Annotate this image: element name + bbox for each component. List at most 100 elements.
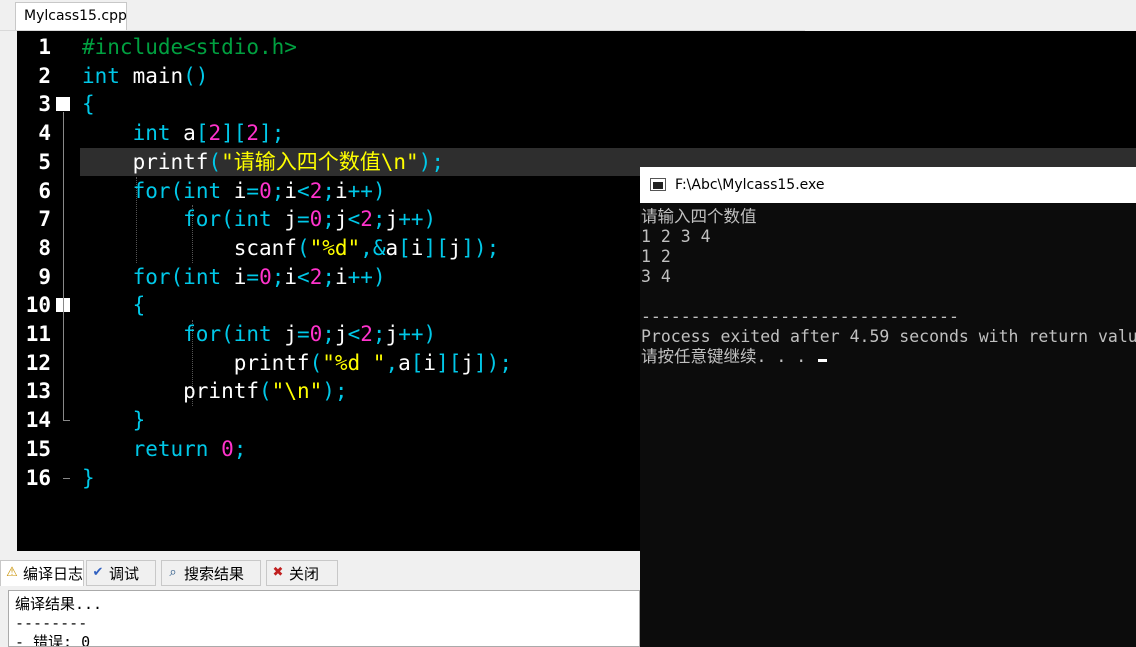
code-token: ++) — [347, 178, 386, 203]
code-line[interactable]: } — [82, 406, 146, 435]
log-line: - 错误: 0 — [15, 633, 91, 647]
code-token: ; — [372, 207, 386, 232]
line-number: 16 — [25, 465, 51, 490]
code-token: ( — [309, 350, 323, 375]
code-token: i — [221, 264, 247, 289]
compile-log-panel[interactable]: 编译结果... -------- - 错误: 0 — [8, 590, 640, 647]
code-token: ); — [418, 149, 444, 174]
code-token: ; — [322, 207, 335, 232]
search-results-icon: ⌕ — [169, 565, 177, 580]
line-number: 15 — [25, 436, 51, 461]
code-token: ( — [170, 178, 184, 203]
code-token: ; — [271, 178, 285, 203]
code-token: j — [271, 322, 297, 346]
code-token: j — [334, 207, 348, 232]
code-token: 2 — [246, 121, 260, 146]
code-token: { — [82, 92, 95, 117]
code-line[interactable]: int main() — [82, 62, 208, 91]
fold-end-marker — [63, 477, 70, 479]
code-token: ; — [372, 322, 386, 346]
code-line[interactable]: printf("\n"); — [82, 377, 347, 406]
console-output[interactable]: 请输入四个数值 1 2 3 41 23 4 --------------------… — [640, 203, 1136, 647]
console-line: -------------------------------- — [641, 307, 959, 327]
code-token: j — [385, 322, 399, 346]
code-token: i — [284, 178, 298, 203]
code-line[interactable]: for(int i=0;i<2;i++) — [82, 177, 386, 206]
console-window[interactable]: F:\Abc\Mylcass15.exe 请输入四个数值 1 2 3 41 23 … — [640, 167, 1136, 647]
code-token: i — [335, 264, 348, 289]
code-line[interactable]: for(int i=0;i<2;i++) — [82, 263, 386, 292]
code-token: a — [398, 350, 411, 375]
code-token: a — [170, 121, 196, 146]
fold-range-line — [63, 313, 64, 393]
line-number: 10 — [25, 293, 51, 318]
code-line[interactable]: for(int j=0;j<2;j++) — [82, 320, 436, 349]
file-tab[interactable]: Mylcass15.cpp — [15, 2, 127, 30]
code-token: j — [334, 322, 348, 346]
bottom-panel-tabs: ⚠ 编译日志 ✔ 调试 ⌕ 搜索结果 ✖ 关闭 — [0, 560, 640, 588]
code-token: ]); — [461, 235, 500, 260]
code-token: 2 — [208, 121, 222, 146]
code-token: int — [233, 322, 272, 346]
log-line: -------- — [15, 614, 88, 632]
code-token: main — [119, 63, 184, 88]
code-token: 0 — [309, 207, 323, 232]
code-token: printf — [82, 379, 260, 404]
code-token: j — [385, 207, 399, 232]
code-token: ; — [233, 436, 247, 461]
bottom-tab-label: 调试 — [109, 565, 140, 583]
line-number: 2 — [38, 63, 51, 88]
code-token: } — [132, 408, 146, 433]
line-number: 1 — [38, 35, 51, 59]
code-line[interactable]: { — [82, 90, 95, 119]
code-line[interactable]: scanf("%d",&a[i][j]); — [82, 234, 500, 263]
code-token: ( — [221, 322, 234, 346]
bottom-tab-3[interactable]: ✖ 关闭 — [266, 560, 338, 586]
code-token: ++) — [347, 264, 386, 289]
bottom-tab-2[interactable]: ⌕ 搜索结果 — [161, 560, 261, 586]
code-line[interactable]: printf("%d ",a[i][j]); — [82, 349, 512, 378]
code-line[interactable]: { — [82, 291, 146, 320]
code-token: int — [82, 63, 120, 88]
console-line: 请按任意键继续. . . — [641, 347, 828, 367]
code-token: i — [221, 178, 247, 203]
code-line[interactable]: } — [82, 464, 95, 493]
console-app-icon — [650, 178, 666, 191]
code-token: return — [132, 436, 209, 461]
code-token: j — [271, 207, 297, 232]
bottom-tab-label: 编译日志 — [23, 565, 84, 583]
console-line: 1 2 3 4 — [641, 227, 711, 247]
code-token: ,& — [360, 235, 386, 260]
code-line[interactable]: printf("请输入四个数值\n"); — [82, 148, 444, 177]
code-line[interactable]: return 0; — [82, 435, 247, 464]
line-number: 3 — [38, 92, 51, 117]
code-token: "\n" — [271, 379, 323, 404]
code-token: "%d" — [309, 235, 361, 260]
console-titlebar[interactable]: F:\Abc\Mylcass15.exe — [640, 167, 1136, 203]
code-token: = — [296, 322, 310, 346]
code-token: 0 — [259, 264, 272, 289]
code-token: i — [284, 264, 298, 289]
code-line[interactable]: int a[2][2]; — [82, 119, 285, 148]
code-token: ; — [322, 322, 335, 346]
code-token: ; — [322, 264, 335, 289]
bottom-tab-1[interactable]: ✔ 调试 — [86, 560, 156, 586]
code-line[interactable]: for(int j=0;j<2;j++) — [82, 205, 436, 234]
console-line: 1 2 — [641, 247, 671, 267]
code-token: = — [246, 178, 260, 203]
code-token: 2 — [309, 178, 323, 203]
bottom-tab-0[interactable]: ⚠ 编译日志 — [0, 560, 84, 586]
console-line: 请输入四个数值 — [641, 207, 757, 227]
code-token: 0 — [221, 436, 234, 461]
console-line-text: 1 2 3 4 — [641, 227, 711, 246]
line-number: 7 — [38, 207, 51, 232]
fold-toggle-icon[interactable] — [56, 97, 70, 112]
code-line[interactable]: #include<stdio.h> — [82, 33, 297, 62]
code-token: ; — [271, 264, 285, 289]
console-line-text: 请按任意键继续. . . — [641, 347, 817, 366]
